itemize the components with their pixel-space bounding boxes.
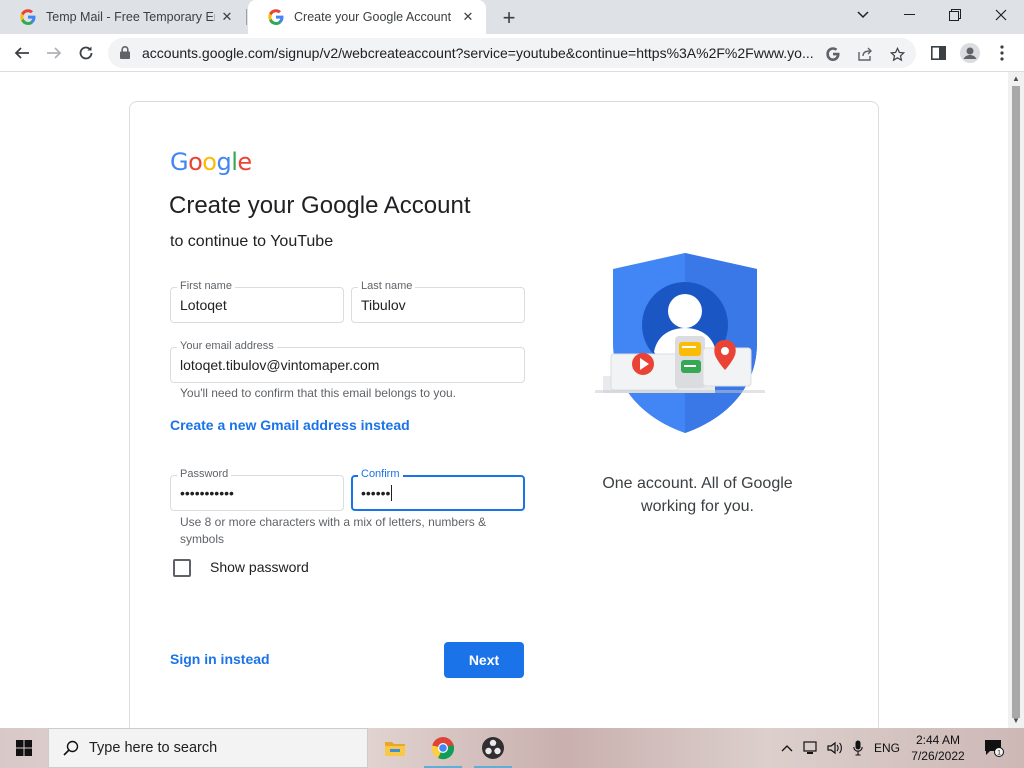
field-value: ••••••••••• bbox=[180, 485, 234, 501]
logo-letter: o bbox=[188, 148, 203, 176]
profile-avatar-icon[interactable] bbox=[956, 39, 984, 67]
search-placeholder: Type here to search bbox=[89, 740, 218, 756]
field-value: Lotoqet bbox=[180, 297, 227, 313]
reload-button[interactable] bbox=[72, 39, 100, 67]
notification-center-icon[interactable]: 1 bbox=[980, 728, 1008, 768]
windows-start-button[interactable] bbox=[0, 728, 48, 768]
field-label: Confirm bbox=[358, 467, 403, 481]
language-indicator[interactable]: ENG bbox=[872, 728, 902, 768]
forward-button[interactable] bbox=[40, 39, 68, 67]
volume-icon[interactable] bbox=[824, 728, 846, 768]
windows-taskbar: Type here to search ENG 2:44 AM 7/26/202… bbox=[0, 728, 1024, 768]
scrollbar-thumb[interactable] bbox=[1012, 86, 1020, 718]
tab-title: Temp Mail - Free Temporary Ema bbox=[46, 10, 215, 24]
email-field[interactable]: Your email address lotoqet.tibulov@vinto… bbox=[170, 339, 525, 383]
field-value-wrapper: •••••• bbox=[361, 485, 393, 501]
confirm-password-field[interactable]: Confirm •••••• bbox=[351, 467, 525, 511]
google-logo: Google bbox=[170, 148, 252, 176]
google-favicon-icon bbox=[20, 9, 36, 25]
clock-time: 2:44 AM bbox=[915, 733, 961, 747]
bookmark-star-icon[interactable] bbox=[886, 43, 908, 65]
account-shield-illustration bbox=[595, 253, 765, 433]
taskbar-search-box[interactable]: Type here to search bbox=[48, 728, 368, 768]
tab-strip: Temp Mail - Free Temporary Ema ✕ Create … bbox=[0, 0, 1024, 34]
page-title: Create your Google Account bbox=[169, 192, 471, 219]
field-value: Tibulov bbox=[361, 297, 406, 313]
back-button[interactable] bbox=[8, 39, 36, 67]
share-icon[interactable] bbox=[854, 43, 876, 65]
show-hidden-icons-chevron-icon[interactable] bbox=[778, 728, 796, 768]
tab-create-account[interactable]: Create your Google Account ✕ bbox=[248, 0, 486, 34]
tagline-line: One account. All of Google bbox=[602, 475, 793, 492]
obs-studio-icon[interactable] bbox=[470, 728, 516, 768]
first-name-field[interactable]: First name Lotoqet bbox=[170, 279, 344, 323]
network-icon[interactable] bbox=[800, 728, 822, 768]
field-value: •••••• bbox=[361, 485, 391, 501]
new-tab-button[interactable]: + bbox=[496, 5, 522, 31]
tab-search-chevron-icon[interactable] bbox=[840, 0, 886, 30]
signup-card: Google Create your Google Account to con… bbox=[129, 101, 879, 728]
show-password-label[interactable]: Show password bbox=[210, 559, 309, 575]
search-icon bbox=[63, 740, 79, 756]
page-scrollbar[interactable]: ▲ ▼ bbox=[1008, 72, 1024, 728]
notification-count: 1 bbox=[997, 750, 1001, 757]
text-caret bbox=[391, 485, 393, 501]
url-text: accounts.google.com/signup/v2/webcreatea… bbox=[142, 45, 814, 61]
tagline-line: working for you. bbox=[641, 498, 754, 515]
file-explorer-icon[interactable] bbox=[372, 728, 418, 768]
google-translate-icon[interactable] bbox=[822, 43, 844, 65]
chrome-icon[interactable] bbox=[420, 728, 466, 768]
next-button[interactable]: Next bbox=[444, 642, 524, 678]
field-label: Your email address bbox=[177, 339, 277, 353]
page-viewport: Google Create your Google Account to con… bbox=[0, 72, 1008, 728]
page-subtitle: to continue to YouTube bbox=[170, 233, 334, 250]
side-panel-icon[interactable] bbox=[924, 39, 952, 67]
close-icon[interactable]: ✕ bbox=[456, 5, 480, 29]
field-label: First name bbox=[177, 279, 235, 293]
field-label: Password bbox=[177, 467, 232, 481]
minimize-button[interactable] bbox=[886, 0, 932, 30]
clock-date: 7/26/2022 bbox=[911, 749, 965, 763]
tab-temp-mail[interactable]: Temp Mail - Free Temporary Ema ✕ bbox=[0, 0, 245, 34]
show-password-checkbox[interactable] bbox=[173, 559, 191, 577]
logo-letter: G bbox=[170, 148, 189, 176]
address-bar[interactable]: accounts.google.com/signup/v2/webcreatea… bbox=[108, 38, 916, 68]
microphone-icon[interactable] bbox=[848, 728, 868, 768]
browser-toolbar: accounts.google.com/signup/v2/webcreatea… bbox=[0, 34, 1024, 72]
logo-letter: g bbox=[216, 148, 232, 176]
scroll-up-icon[interactable]: ▲ bbox=[1012, 75, 1020, 83]
lock-icon bbox=[120, 46, 130, 59]
last-name-field[interactable]: Last name Tibulov bbox=[351, 279, 525, 323]
close-icon[interactable]: ✕ bbox=[215, 5, 239, 29]
menu-kebab-icon[interactable] bbox=[988, 39, 1016, 67]
field-label: Last name bbox=[358, 279, 416, 293]
close-window-button[interactable] bbox=[978, 0, 1024, 30]
system-clock[interactable]: 2:44 AM 7/26/2022 bbox=[900, 732, 976, 764]
windows-logo-icon bbox=[16, 740, 32, 756]
password-helper-text: Use 8 or more characters with a mix of l… bbox=[180, 515, 487, 546]
tab-separator bbox=[246, 9, 247, 25]
google-favicon-icon bbox=[268, 9, 284, 25]
logo-letter: e bbox=[237, 148, 252, 176]
tagline: One account. All of Google working for y… bbox=[570, 472, 825, 518]
field-value: lotoqet.tibulov@vintomaper.com bbox=[180, 357, 380, 373]
scroll-down-icon[interactable]: ▼ bbox=[1012, 717, 1020, 725]
restore-button[interactable] bbox=[932, 0, 978, 30]
email-helper-text: You'll need to confirm that this email b… bbox=[180, 386, 457, 400]
create-gmail-link[interactable]: Create a new Gmail address instead bbox=[170, 417, 410, 433]
sign-in-link[interactable]: Sign in instead bbox=[170, 651, 270, 667]
tab-title: Create your Google Account bbox=[294, 10, 452, 24]
password-field[interactable]: Password ••••••••••• bbox=[170, 467, 344, 511]
logo-letter: o bbox=[202, 148, 217, 176]
